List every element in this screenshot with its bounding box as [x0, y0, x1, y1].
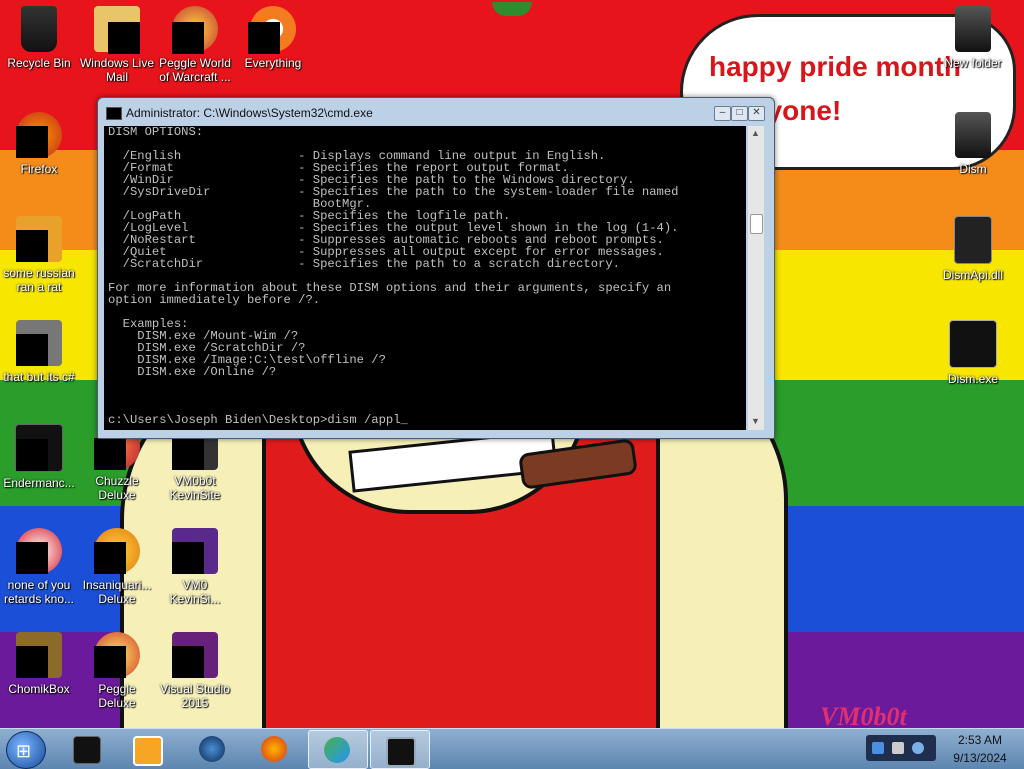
terminal-icon [15, 424, 63, 472]
start-button[interactable]: ⊞ [6, 731, 46, 769]
globe-icon [199, 736, 225, 762]
cmd-output: DISM OPTIONS: /English - Displays comman… [108, 126, 679, 427]
desktop-icon-label: ChomikBox [8, 682, 70, 696]
maximize-button[interactable]: □ [731, 106, 748, 121]
desktop-icon-dismapi-dll[interactable]: DismApi.dll [934, 216, 1012, 282]
search-icon [248, 6, 296, 54]
folder-icon [955, 112, 991, 158]
taskbar-item-firefox[interactable] [246, 730, 304, 767]
desktop-icon-visual-studio[interactable]: Visual Studio 2015 [156, 632, 234, 710]
folder-icon [955, 6, 991, 52]
cmd-window-title: Administrator: C:\Windows\System32\cmd.e… [126, 106, 373, 120]
close-button[interactable]: ✕ [748, 106, 765, 121]
cmd-shortcut-icon [73, 736, 101, 764]
desktop-icon-label: Insaniquari... Deluxe [82, 578, 152, 606]
recycle-bin-icon [21, 6, 57, 52]
windows-logo-icon: ⊞ [16, 741, 32, 761]
desktop-icon-label: Visual Studio 2015 [160, 682, 230, 710]
desktop-icon-label: Recycle Bin [7, 56, 71, 70]
messenger-icon [324, 737, 350, 763]
desktop-icon-label: VM0 KevinSi... [169, 578, 221, 606]
app-icon [16, 528, 62, 574]
app-icon [16, 216, 62, 262]
cmd-scrollbar[interactable]: ▲ ▼ [748, 126, 764, 430]
cmd-console[interactable]: DISM OPTIONS: /English - Displays comman… [104, 126, 746, 430]
cmd-window[interactable]: Administrator: C:\Windows\System32\cmd.e… [97, 97, 775, 439]
desktop-icon-peggle-wow[interactable]: Peggle World of Warcraft ... [156, 6, 234, 84]
tray-icons [866, 735, 936, 761]
desktop-icon-everything[interactable]: Everything [234, 6, 312, 70]
action-center-icon[interactable] [892, 742, 904, 754]
desktop-icon-peggle-deluxe[interactable]: Peggle Deluxe [78, 632, 156, 710]
desktop-icon-label: Dism [959, 162, 987, 176]
mail-icon [94, 6, 140, 54]
taskbar: ⊞ 2:53 AM 9/13/2024 [0, 728, 1024, 769]
system-tray: 2:53 AM 9/13/2024 [862, 729, 1024, 769]
clock-date[interactable]: 9/13/2024 [944, 751, 1016, 765]
desktop-icon-label: VM0b0t KevinSite [169, 474, 221, 502]
desktop-icon-new-folder[interactable]: New folder [934, 6, 1012, 70]
desktop-icon-label: Peggle World of Warcraft ... [159, 56, 231, 84]
dll-icon [954, 216, 992, 264]
desktop-icon-label: that but its c# [3, 370, 75, 384]
desktop-icon-dism-folder[interactable]: Dism [934, 112, 1012, 176]
taskbar-item-cmd-shortcut[interactable] [58, 730, 116, 767]
peggle-icon [94, 632, 140, 678]
stack-icon [16, 320, 62, 366]
scroll-up-icon[interactable]: ▲ [751, 128, 760, 138]
desktop-icon-none-of-you[interactable]: none of you retards kno... [0, 528, 78, 606]
network-icon[interactable] [872, 742, 884, 754]
cmd-window-icon [386, 737, 416, 767]
taskbar-item-cmd-window[interactable] [370, 730, 430, 769]
cmd-icon [106, 107, 122, 120]
desktop-icon-label: New folder [944, 56, 1002, 70]
taskbar-item-media-player[interactable] [118, 730, 176, 767]
desktop-icon-label: Firefox [20, 162, 58, 176]
desktop-icon-dism-exe[interactable]: Dism.exe [934, 320, 1012, 386]
desktop-icon-label: none of you retards kno... [3, 578, 75, 606]
desktop-icon-label: Peggle Deluxe [98, 682, 136, 710]
desktop-icon-some-russian[interactable]: some russian ran a rat [0, 216, 78, 294]
firefox-icon [16, 112, 62, 158]
app-icon [172, 528, 218, 574]
desktop-icon-windows-live-mail[interactable]: Windows Live Mail [78, 6, 156, 84]
scroll-down-icon[interactable]: ▼ [751, 416, 760, 426]
minimize-button[interactable]: – [714, 106, 731, 121]
peggle-icon [172, 6, 218, 54]
taskbar-item-messenger[interactable] [308, 730, 368, 769]
desktop-icon-endermanc[interactable]: Endermanc... [0, 424, 78, 490]
desktop-icon-label: Windows Live Mail [79, 56, 155, 84]
media-player-icon [133, 736, 163, 766]
chomik-icon [16, 632, 62, 678]
desktop-icon-chomikbox[interactable]: ChomikBox [0, 632, 78, 696]
firefox-icon [261, 736, 287, 762]
desktop-icon-label: Chuzzle Deluxe [95, 474, 139, 502]
desktop-icon-label: some russian ran a rat [3, 266, 75, 294]
fish-icon [94, 528, 140, 574]
desktop-icon-label: Endermanc... [3, 476, 75, 490]
exe-icon [949, 320, 997, 368]
desktop-icon-that-but-its-csharp[interactable]: that but its c# [0, 320, 78, 384]
wallpaper-signature: VM0b0t [820, 702, 907, 728]
visual-studio-icon [172, 632, 218, 678]
taskbar-item-globe[interactable] [184, 730, 242, 767]
desktop-icon-label: Everything [244, 56, 302, 70]
volume-icon[interactable] [912, 742, 924, 754]
desktop-icon-label: Dism.exe [947, 372, 998, 386]
desktop-icon-vm0-kevinsite[interactable]: VM0 KevinSi... [156, 528, 234, 606]
desktop-icon-firefox[interactable]: Firefox [0, 112, 78, 176]
desktop-icon-insaniquarium[interactable]: Insaniquari... Deluxe [78, 528, 156, 606]
clock-time[interactable]: 2:53 AM [950, 733, 1010, 747]
desktop-icon-label: DismApi.dll [942, 268, 1003, 282]
desktop-icon-recycle-bin[interactable]: Recycle Bin [0, 6, 78, 70]
scroll-thumb[interactable] [750, 214, 763, 234]
